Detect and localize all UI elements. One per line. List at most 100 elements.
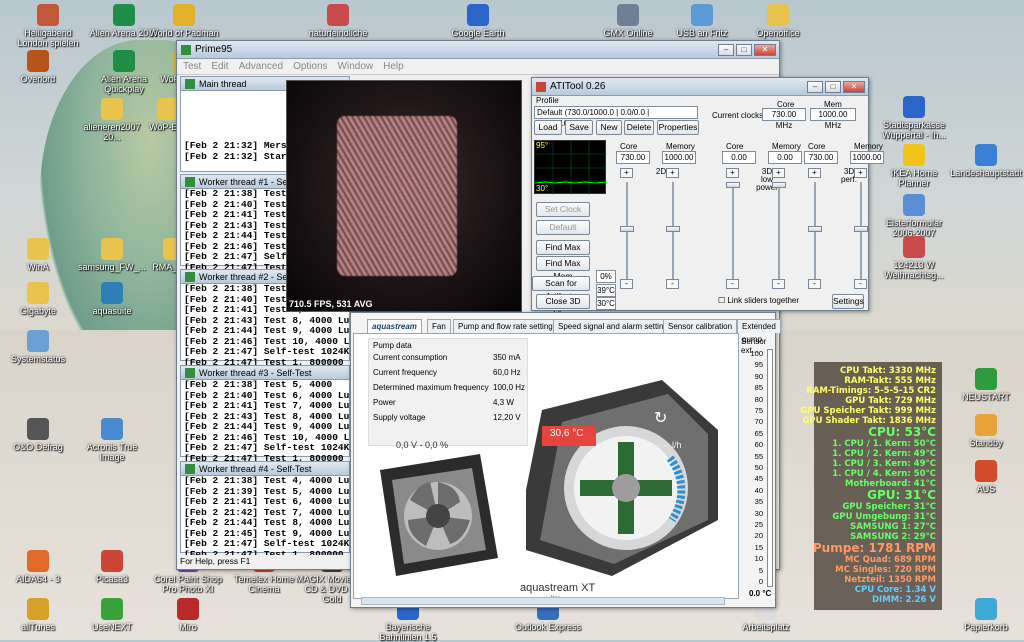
slider-thumb[interactable] — [666, 226, 680, 232]
atitool-titlebar[interactable]: ATITool 0.26 – □ ✕ — [532, 78, 868, 96]
memory-slider[interactable] — [772, 182, 786, 282]
default-button[interactable]: Default — [536, 220, 590, 235]
desktop-icon[interactable]: Google Earth — [440, 4, 516, 38]
desktop-icon[interactable]: World of Padman — [146, 4, 222, 38]
link-sliders-checkbox[interactable]: ☐ Link sliders together — [718, 296, 799, 305]
decrease-button[interactable]: - — [808, 279, 821, 289]
desktop-icon[interactable]: AUS — [948, 460, 1024, 494]
desktop-icon[interactable]: allTunes — [0, 598, 76, 632]
tab-aquastream[interactable]: aquastream — [367, 319, 422, 333]
core-slider[interactable] — [620, 182, 634, 282]
memory-clock-input[interactable]: 0.00 — [768, 151, 802, 164]
core-slider[interactable] — [726, 182, 740, 282]
desktop-icon[interactable]: Landeshauptstadt — [948, 144, 1024, 178]
desktop-icon[interactable]: Papierkorb — [948, 598, 1024, 632]
desktop-icon[interactable]: 124213 W Weihnachtsg... — [876, 236, 952, 280]
decrease-button[interactable]: - — [772, 279, 785, 289]
menu-options[interactable]: Options — [293, 61, 327, 72]
increase-button[interactable]: + — [808, 168, 821, 178]
desktop-icon[interactable]: UseNEXT — [74, 598, 150, 632]
menu-advanced[interactable]: Advanced — [239, 61, 283, 72]
new-button[interactable]: New — [596, 120, 622, 135]
refresh-icon[interactable]: ↻ — [654, 408, 667, 428]
increase-button[interactable]: + — [772, 168, 785, 178]
increase-button[interactable]: + — [666, 168, 679, 178]
close-3d-view-button[interactable]: Close 3D View — [536, 294, 590, 319]
close-button[interactable]: ✕ — [843, 80, 865, 93]
find-max-mem-button[interactable]: Find Max Mem — [536, 256, 590, 281]
memory-slider[interactable] — [854, 182, 868, 282]
tab-speed-signal-and-alarm-settings[interactable]: Speed signal and alarm settings — [553, 319, 677, 333]
set-clock-button[interactable]: Set Clock — [536, 202, 590, 217]
scan-artifacts-button[interactable]: Scan for Artifacts — [532, 276, 590, 301]
desktop-icon[interactable]: IKEA Home Planner — [876, 144, 952, 188]
delete-button[interactable]: Delete — [624, 120, 654, 135]
tab-pump-and-flow-rate-settings[interactable]: Pump and flow rate settings — [453, 319, 562, 333]
core-clock-input[interactable]: 730.00 — [804, 151, 838, 164]
slider-thumb[interactable] — [854, 226, 868, 232]
desktop-icon[interactable]: Heiligabend London spielen — [10, 4, 86, 48]
increase-button[interactable]: + — [620, 168, 633, 178]
save-button[interactable]: Save — [565, 120, 593, 135]
worker-thread-window[interactable]: Worker thread #4 - Self-Test [Feb 2 21:38… — [180, 461, 350, 559]
decrease-button[interactable]: - — [620, 279, 633, 289]
menu-help[interactable]: Help — [383, 61, 404, 72]
memory-slider[interactable] — [666, 182, 680, 282]
menu-edit[interactable]: Edit — [211, 61, 228, 72]
desktop-icon[interactable]: Elsterformular 2006-2007 — [876, 194, 952, 238]
desktop-icon[interactable]: Acronis True Image — [74, 418, 150, 462]
menu-window[interactable]: Window — [338, 61, 374, 72]
core-clock-input[interactable]: 730.00 — [616, 151, 650, 164]
decrease-button[interactable]: - — [726, 279, 739, 289]
minimize-button[interactable]: – — [718, 43, 734, 56]
core-clock-input[interactable]: 0.00 — [722, 151, 756, 164]
desktop-icon[interactable]: WinA — [0, 238, 76, 272]
link-sliders-label: Link sliders together — [727, 296, 799, 305]
increase-button[interactable]: + — [726, 168, 739, 178]
profile-select[interactable]: Default (730.0/1000.0 | 0.0/0.0 | 730.0/… — [534, 106, 698, 128]
slider-thumb[interactable] — [726, 182, 740, 188]
desktop-icon[interactable]: Miro — [150, 598, 226, 632]
prime95-titlebar[interactable]: Prime95 – □ ✕ — [177, 41, 779, 59]
tab-sensor-calibration[interactable]: Sensor calibration — [663, 319, 738, 333]
desktop-icon[interactable]: AIDA64 - 3 — [0, 550, 76, 584]
worker-thread-window[interactable]: Worker thread #3 - Self-Test [Feb 2 21:38… — [180, 365, 350, 463]
tab-fan[interactable]: Fan — [427, 319, 451, 333]
desktop-icon[interactable]: O&O Defrag — [0, 418, 76, 452]
increase-button[interactable]: + — [854, 168, 867, 178]
decrease-button[interactable]: - — [666, 279, 679, 289]
tab-extended-pump[interactable]: Extended pump — [737, 319, 781, 344]
desktop-icon[interactable]: Gigabyte — [0, 282, 76, 316]
horizontal-scrollbar[interactable] — [361, 597, 725, 605]
subwindow-titlebar[interactable]: Worker thread #3 - Self-Test — [181, 366, 349, 380]
desktop-icon[interactable]: Overlord — [0, 50, 76, 84]
desktop-icon[interactable]: NEUSTART — [948, 368, 1024, 402]
desktop-icon[interactable]: aquasuite — [74, 282, 150, 316]
slider-thumb[interactable] — [772, 182, 786, 188]
desktop-icon[interactable]: USB an Fritz — [664, 4, 740, 38]
properties-button[interactable]: Properties — [657, 120, 699, 135]
maximize-button[interactable]: □ — [736, 43, 752, 56]
menu-test[interactable]: Test — [183, 61, 201, 72]
settings-button[interactable]: Settings — [832, 294, 864, 309]
maximize-button[interactable]: □ — [825, 80, 841, 93]
core-slider[interactable] — [808, 182, 822, 282]
slider-thumb[interactable] — [808, 226, 822, 232]
close-button[interactable]: ✕ — [754, 43, 776, 56]
subwindow-titlebar[interactable]: Worker thread #4 - Self-Test — [181, 462, 349, 476]
minimize-button[interactable]: – — [807, 80, 823, 93]
decrease-button[interactable]: - — [854, 279, 867, 289]
slider-thumb[interactable] — [620, 226, 634, 232]
desktop-icon[interactable]: Openoffice — [740, 4, 816, 38]
aquasuite-window[interactable]: aquastream Fan Pump and flow rate settings… — [350, 312, 781, 608]
memory-clock-input[interactable]: 1000.00 — [850, 151, 884, 164]
load-button[interactable]: Load — [534, 120, 562, 135]
find-max-core-button[interactable]: Find Max Core — [536, 240, 590, 265]
atitool-window[interactable]: ATITool 0.26 – □ ✕ Profile Default (730.0/… — [531, 77, 884, 319]
memory-clock-input[interactable]: 1000.00 — [662, 151, 696, 164]
desktop-icon[interactable]: Standby — [948, 414, 1024, 448]
desktop-icon[interactable]: Stadtsparkasse Wuppertal - Ih... — [876, 96, 952, 140]
desktop-icon[interactable]: Systemstatus — [0, 330, 76, 364]
desktop-icon[interactable]: Picasa3 — [74, 550, 150, 584]
render-3d-view[interactable]: 710.5 FPS, 531 AVG — [286, 80, 522, 312]
